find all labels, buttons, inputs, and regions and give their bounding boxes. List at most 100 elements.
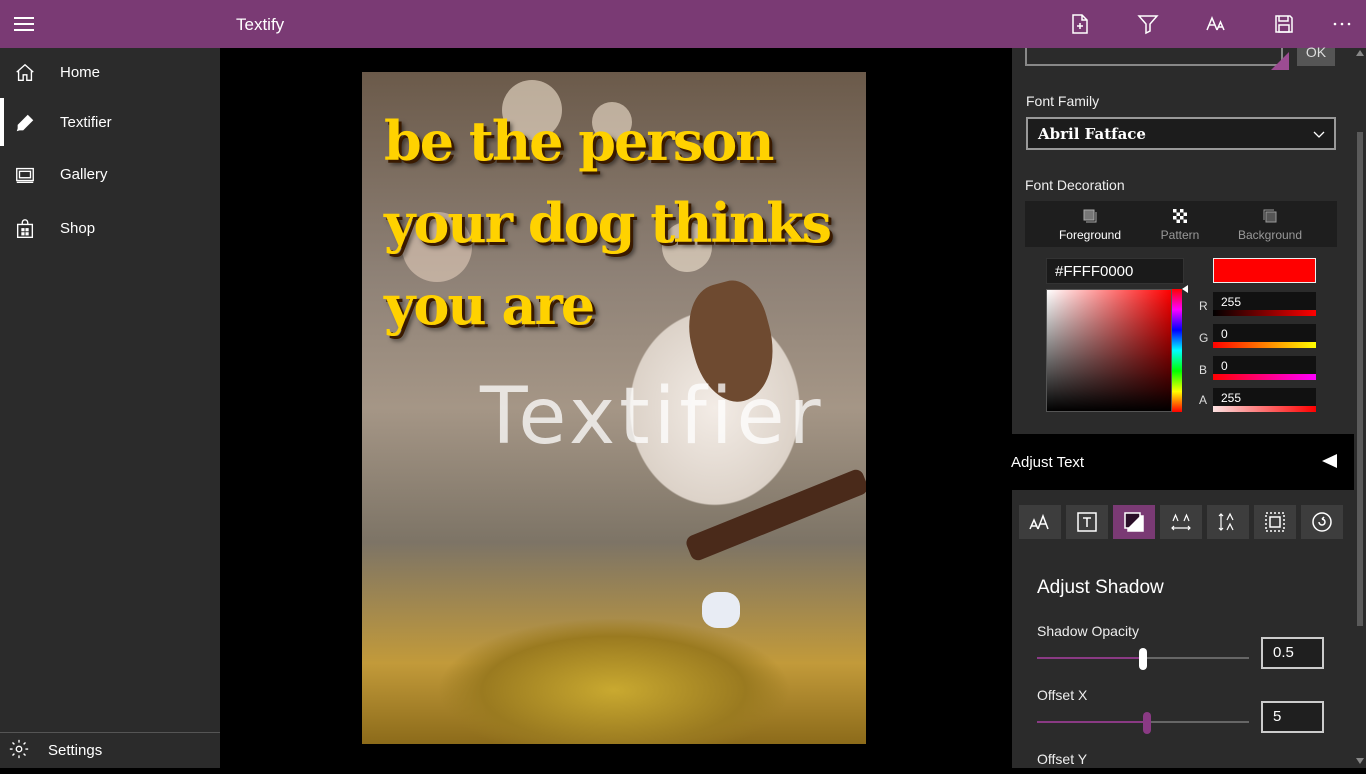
shadow-opacity-label: Shadow Opacity bbox=[1037, 623, 1139, 639]
channel-g-slider[interactable]: 0 bbox=[1213, 324, 1316, 348]
home-icon bbox=[14, 62, 36, 84]
line-spacing-icon bbox=[1218, 512, 1234, 531]
border-tool[interactable] bbox=[1254, 505, 1296, 539]
font-family-value: Abril Fatface bbox=[1038, 125, 1146, 143]
channel-r-value: 255 bbox=[1221, 295, 1242, 309]
rotate-tool[interactable] bbox=[1301, 505, 1343, 539]
panel-scrollbar[interactable] bbox=[1354, 48, 1366, 768]
channel-a-slider[interactable]: 255 bbox=[1213, 388, 1316, 412]
rotate-icon bbox=[1312, 512, 1332, 532]
hamburger-menu-icon[interactable] bbox=[14, 17, 34, 31]
tab-label: Foreground bbox=[1058, 228, 1122, 242]
channel-gradient bbox=[1213, 310, 1316, 316]
slider-thumb[interactable] bbox=[1143, 712, 1151, 734]
canvas-area: be the person your dog thinks you are Te… bbox=[220, 48, 1012, 768]
color-section: OK Font Family Abril Fatface Font Decora… bbox=[1012, 45, 1354, 434]
tab-pattern[interactable]: Pattern bbox=[1135, 201, 1225, 247]
tab-label: Background bbox=[1237, 228, 1303, 242]
quote-line: you are bbox=[384, 273, 595, 337]
font-size-tool[interactable] bbox=[1019, 505, 1061, 539]
font-family-label: Font Family bbox=[1026, 93, 1100, 109]
text-style-icon[interactable] bbox=[1204, 12, 1228, 36]
nav-item-gallery[interactable]: Gallery bbox=[0, 150, 220, 198]
shadow-tool[interactable] bbox=[1113, 505, 1155, 539]
offset-x-slider[interactable] bbox=[1037, 712, 1249, 734]
tab-label: Pattern bbox=[1160, 228, 1200, 242]
color-swatch bbox=[1213, 258, 1316, 283]
title-bar: Textify bbox=[0, 0, 1366, 48]
hex-color-input[interactable]: #FFFF0000 bbox=[1046, 258, 1184, 284]
letter-spacing-tool[interactable] bbox=[1160, 505, 1202, 539]
new-file-icon[interactable] bbox=[1068, 12, 1092, 36]
selection-indicator bbox=[0, 98, 4, 146]
shop-icon bbox=[14, 218, 36, 240]
gallery-icon bbox=[14, 164, 36, 186]
decoration-tabs: Foreground Pattern Background bbox=[1025, 201, 1337, 247]
adjust-text-header[interactable]: Adjust Text bbox=[1011, 434, 1366, 490]
adjust-text-label: Adjust Text bbox=[1011, 454, 1085, 471]
scroll-up-icon[interactable] bbox=[1356, 50, 1364, 56]
channel-b-value: 0 bbox=[1221, 359, 1228, 373]
scrollbar-thumb[interactable] bbox=[1357, 132, 1363, 626]
adjust-text-body: Adjust Shadow Shadow Opacity 0.5 Offset … bbox=[1012, 490, 1354, 768]
channel-gradient bbox=[1213, 406, 1316, 412]
shadow-opacity-slider[interactable] bbox=[1037, 648, 1249, 670]
text-box-tool[interactable] bbox=[1066, 505, 1108, 539]
hue-slider[interactable] bbox=[1172, 289, 1182, 412]
letter-spacing-icon bbox=[1171, 513, 1191, 531]
chevron-down-icon bbox=[1312, 127, 1326, 141]
font-decoration-label: Font Decoration bbox=[1025, 177, 1125, 193]
channel-r-slider[interactable]: 255 bbox=[1213, 292, 1316, 316]
nav-label-shop: Shop bbox=[60, 220, 96, 237]
watermark: Textifier bbox=[480, 372, 825, 462]
hue-marker[interactable] bbox=[1182, 285, 1188, 293]
line-spacing-tool[interactable] bbox=[1207, 505, 1249, 539]
quote-line: be the person bbox=[384, 109, 775, 173]
offset-x-input[interactable]: 5 bbox=[1261, 701, 1324, 733]
tab-foreground[interactable]: Foreground bbox=[1045, 201, 1135, 247]
more-icon[interactable] bbox=[1330, 12, 1354, 36]
filter-icon[interactable] bbox=[1136, 12, 1160, 36]
shadow-icon bbox=[1124, 512, 1144, 532]
save-icon[interactable] bbox=[1272, 12, 1296, 36]
nav-label-home: Home bbox=[60, 64, 101, 81]
nav-item-settings[interactable]: Settings bbox=[0, 726, 220, 774]
dog-collar bbox=[684, 467, 866, 563]
font-family-select[interactable]: Abril Fatface bbox=[1026, 117, 1336, 150]
tab-background[interactable]: Background bbox=[1225, 201, 1315, 247]
quote-line: your dog thinks bbox=[384, 191, 832, 255]
text-box-icon bbox=[1077, 512, 1097, 532]
offset-x-label: Offset X bbox=[1037, 687, 1088, 703]
channel-b-label: B bbox=[1199, 363, 1208, 377]
section-title: Adjust Shadow bbox=[1037, 577, 1164, 598]
nav-item-shop[interactable]: Shop bbox=[0, 204, 220, 252]
dog-tag bbox=[702, 592, 740, 628]
slider-fill bbox=[1037, 657, 1143, 659]
ok-button[interactable]: OK bbox=[1297, 45, 1335, 66]
dog-photo[interactable]: be the person your dog thinks you are Te… bbox=[362, 72, 866, 744]
slider-thumb[interactable] bbox=[1139, 648, 1147, 670]
properties-panel: OK Font Family Abril Fatface Font Decora… bbox=[1011, 45, 1366, 768]
channel-a-label: A bbox=[1199, 393, 1208, 407]
slider-fill bbox=[1037, 721, 1147, 723]
shadow-opacity-input[interactable]: 0.5 bbox=[1261, 637, 1324, 669]
foreground-icon bbox=[1083, 209, 1097, 223]
resize-grip bbox=[1271, 52, 1289, 70]
nav-item-textifier[interactable]: Textifier bbox=[0, 98, 220, 146]
channel-b-slider[interactable]: 0 bbox=[1213, 356, 1316, 380]
gear-icon bbox=[8, 738, 30, 760]
quote-text[interactable]: be the person your dog thinks you are bbox=[384, 100, 854, 346]
checker-pattern-icon bbox=[1173, 209, 1187, 223]
app-title: Textify bbox=[236, 15, 285, 34]
previous-input[interactable] bbox=[1025, 48, 1283, 66]
font-size-icon bbox=[1029, 513, 1049, 530]
nav-label-gallery: Gallery bbox=[60, 166, 108, 183]
nav-item-home[interactable]: Home bbox=[0, 48, 220, 96]
navigation-pane: Home Textifier Gallery Shop Settings bbox=[0, 48, 220, 768]
color-spectrum[interactable] bbox=[1046, 289, 1172, 412]
channel-gradient bbox=[1213, 342, 1316, 348]
scroll-down-icon[interactable] bbox=[1356, 758, 1364, 764]
nav-label-textifier: Textifier bbox=[60, 114, 112, 131]
border-icon bbox=[1265, 512, 1285, 532]
nav-label-settings: Settings bbox=[48, 742, 103, 759]
